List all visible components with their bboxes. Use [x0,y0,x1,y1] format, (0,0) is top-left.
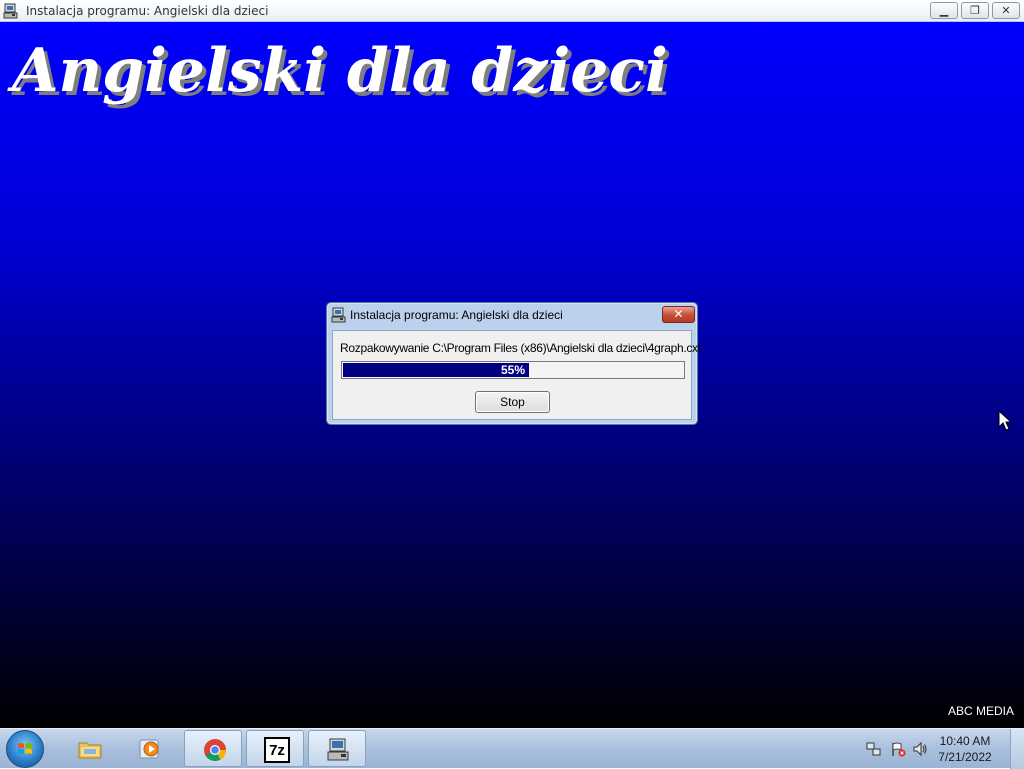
show-desktop-button[interactable] [1010,729,1024,769]
dialog-body: Rozpakowywanie C:\Program Files (x86)\An… [332,330,701,420]
taskbar-installer[interactable] [308,730,366,767]
volume-icon[interactable] [912,741,928,757]
dialog-titlebar: Instalacja programu: Angielski dla dziec… [327,303,697,326]
window-titlebar: Instalacja programu: Angielski dla dziec… [0,0,1024,22]
network-icon[interactable] [866,741,882,757]
action-center-flag-icon[interactable] [890,741,906,757]
media-player-icon [139,739,159,759]
installer-heading: Angielski dla dzieci [12,36,668,106]
clock-date: 7/21/2022 [938,750,992,764]
publisher-brand: ABC MEDIA [947,704,1014,718]
minimize-button[interactable]: ▁ [930,2,958,19]
mouse-cursor-icon [998,410,1012,431]
restore-icon: ❐ [970,4,980,17]
dialog-close-button[interactable]: ✕ [662,306,695,323]
close-icon: ✕ [673,307,684,321]
taskbar-chrome[interactable] [184,730,242,767]
file-explorer-icon [78,742,102,759]
close-window-button[interactable]: ✕ [992,2,1020,19]
window-title: Instalacja programu: Angielski dla dziec… [26,4,269,18]
dialog-title: Instalacja programu: Angielski dla dziec… [350,308,563,322]
7zip-icon: 7z [264,737,290,763]
start-button[interactable] [6,730,44,768]
install-progress-dialog: Instalacja programu: Angielski dla dziec… [326,302,701,425]
installer-icon [327,738,349,761]
taskbar-media-player[interactable] [120,730,178,767]
taskbar-clock[interactable]: 10:40 AM 7/21/2022 [930,733,1000,765]
restore-button[interactable]: ❐ [961,2,989,19]
windows-start-icon [18,743,32,754]
extract-status-text: Rozpakowywanie C:\Program Files (x86)\An… [340,341,701,355]
taskbar: 7z 10:40 AM 7/21/2022 [0,728,1024,769]
chrome-icon [204,739,226,761]
taskbar-7zip[interactable]: 7z [246,730,304,767]
progress-percent-label: 55% [500,363,526,377]
progress-bar: 55% [341,361,685,379]
window-controls: ▁ ❐ ✕ [930,2,1020,20]
close-icon: ✕ [1001,4,1011,17]
installer-icon [3,3,18,19]
system-tray: 10:40 AM 7/21/2022 [854,729,1024,769]
stop-button[interactable]: Stop [475,391,550,413]
7zip-label: 7z [269,741,285,759]
taskbar-file-explorer[interactable] [60,730,118,767]
clock-time: 10:40 AM [939,734,991,748]
installer-icon [331,307,346,323]
minimize-icon: ▁ [939,4,949,17]
